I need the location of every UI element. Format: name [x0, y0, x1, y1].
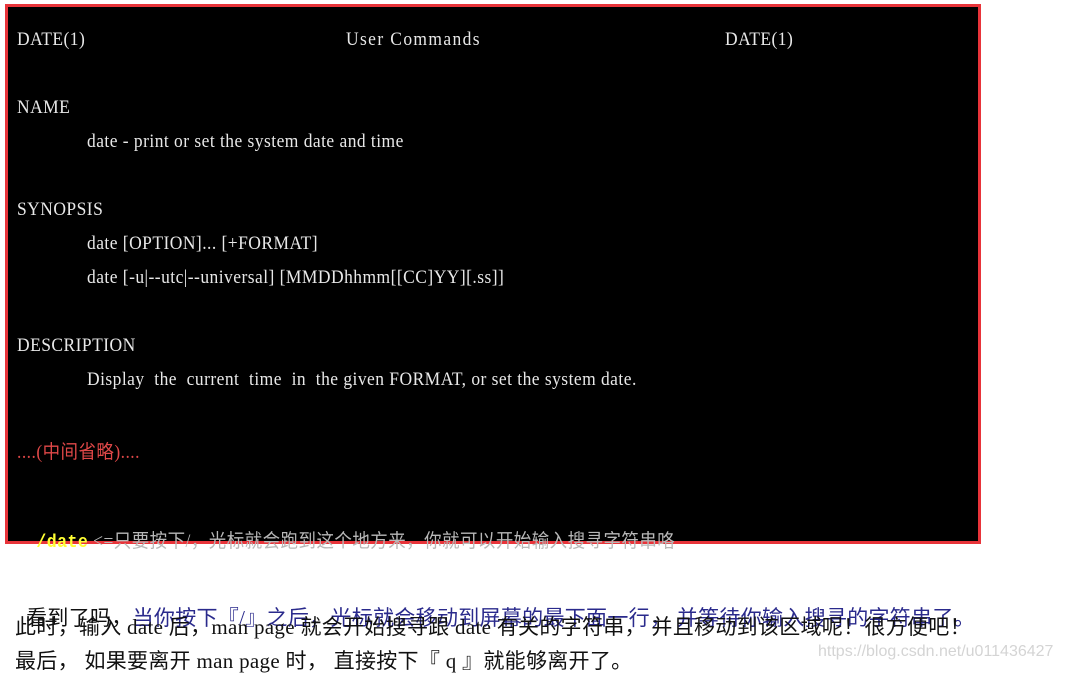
omitted-marker: ....(中间省略).... [17, 442, 140, 463]
synopsis-heading: SYNOPSIS [17, 199, 104, 220]
synopsis-line-2: date [-u|--utc|--universal] [MMDDhhmm[[C… [87, 267, 505, 288]
search-prompt[interactable]: /date [36, 533, 88, 553]
header-center: User Commands [346, 29, 481, 50]
search-line: /date <=只要按下/，光标就会跑到这个地方来，你就可以开始输入搜寻字符串咯 [17, 504, 675, 575]
man-page-terminal: DATE(1) User Commands DATE(1) NAME date … [5, 4, 981, 553]
caption-line-3: 最后， 如果要离开 man page 时， 直接按下『 q 』就能够离开了。 [15, 649, 633, 673]
name-heading: NAME [17, 97, 71, 118]
name-text: date - print or set the system date and … [87, 131, 404, 152]
header-left: DATE(1) [17, 29, 86, 50]
search-note: <=只要按下/，光标就会跑到这个地方来，你就可以开始输入搜寻字符串咯 [88, 531, 676, 552]
description-text: Display the current time in the given FO… [87, 369, 637, 390]
description-heading: DESCRIPTION [17, 335, 136, 356]
synopsis-line-1: date [OPTION]... [+FORMAT] [87, 233, 319, 254]
watermark: https://blog.csdn.net/u011436427 [818, 643, 1054, 660]
header-right: DATE(1) [725, 29, 794, 50]
caption-line-2: 此时，输入 date 后，man page 就会开始搜寻跟 date 有关的字符… [15, 615, 971, 639]
